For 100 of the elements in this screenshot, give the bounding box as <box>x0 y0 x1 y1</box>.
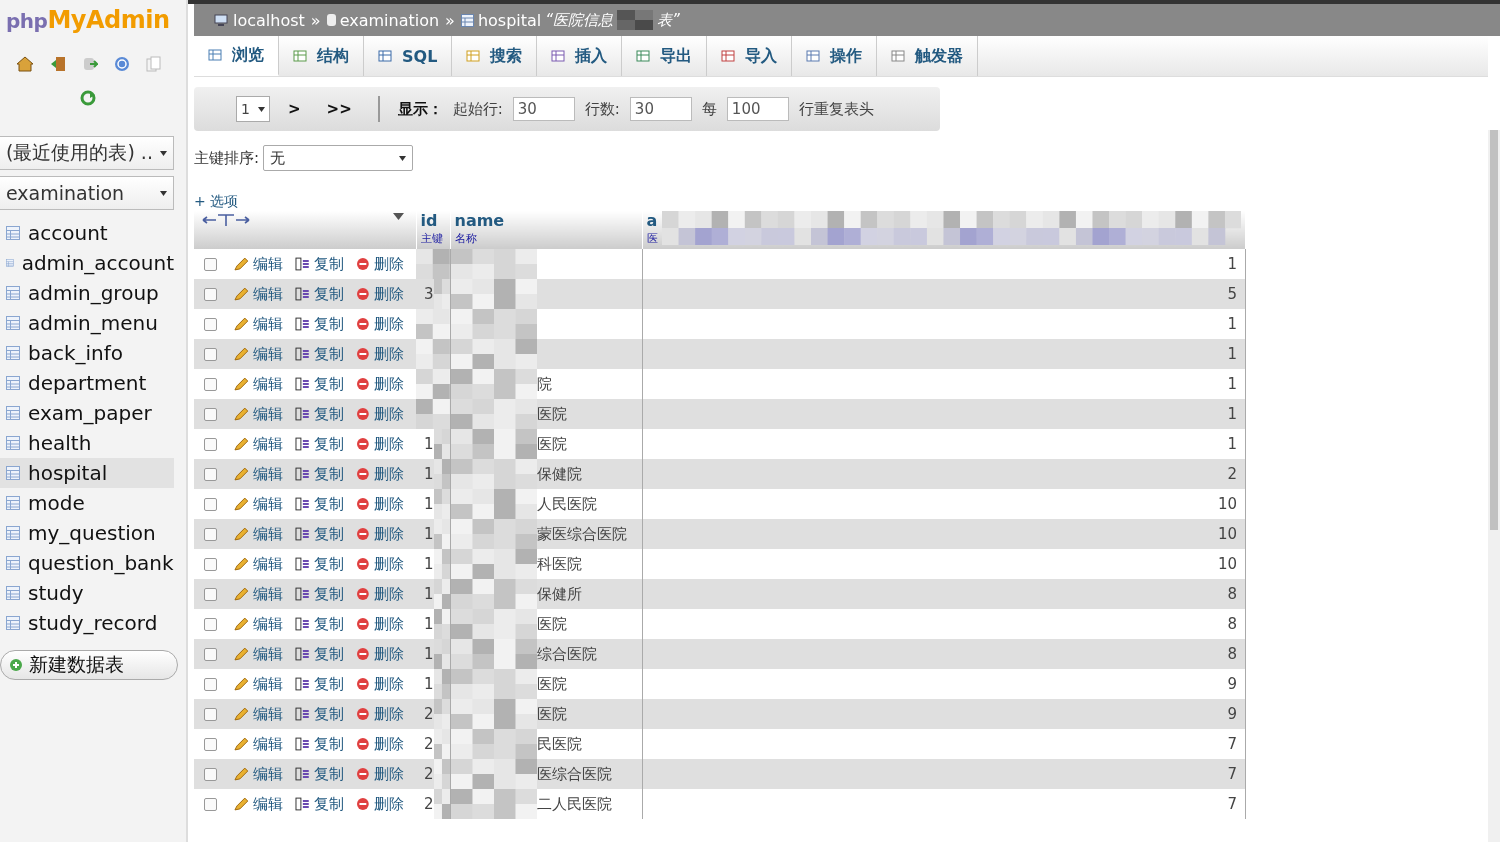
edit-link[interactable]: 编辑 <box>252 344 283 364</box>
row-checkbox[interactable] <box>204 467 217 481</box>
tab[interactable]: 导出 <box>622 36 708 76</box>
last-page-button[interactable]: >> <box>318 100 360 118</box>
tab[interactable]: 操作 <box>792 36 878 76</box>
edit-link[interactable]: 编辑 <box>252 554 283 574</box>
table-list-item[interactable]: mode <box>0 488 174 518</box>
row-checkbox[interactable] <box>204 497 217 511</box>
row-checkbox[interactable] <box>204 257 217 271</box>
options-link[interactable]: + 选项 <box>194 193 239 209</box>
tab[interactable]: 插入 <box>537 36 623 76</box>
row-checkbox[interactable] <box>204 707 217 721</box>
copy-link[interactable]: 复制 <box>314 464 345 484</box>
delete-link[interactable]: 删除 <box>374 524 404 544</box>
edit-link[interactable]: 编辑 <box>252 674 283 694</box>
delete-link[interactable]: 删除 <box>374 494 404 514</box>
delete-link[interactable]: 删除 <box>374 734 404 754</box>
edit-link[interactable]: 编辑 <box>252 614 283 634</box>
edit-link[interactable]: 编辑 <box>252 704 283 724</box>
edit-link[interactable]: 编辑 <box>252 734 283 754</box>
next-page-button[interactable]: > <box>280 100 309 118</box>
edit-link[interactable]: 编辑 <box>252 494 283 514</box>
tab[interactable]: 结构 <box>279 36 364 76</box>
column-name[interactable]: id <box>420 211 443 231</box>
copy-link[interactable]: 复制 <box>314 314 345 334</box>
copy-link[interactable]: 复制 <box>314 524 345 544</box>
delete-link[interactable]: 删除 <box>374 344 404 364</box>
row-checkbox[interactable] <box>204 737 217 751</box>
copy-link[interactable]: 复制 <box>314 704 345 724</box>
database-select[interactable]: examination <box>0 176 174 210</box>
tab[interactable]: 导入 <box>707 36 793 76</box>
delete-link[interactable]: 删除 <box>374 704 404 724</box>
tab[interactable]: 触发器 <box>877 36 979 76</box>
edit-link[interactable]: 编辑 <box>252 434 283 454</box>
column-resize-icon[interactable] <box>202 213 250 227</box>
reload-icon[interactable] <box>80 90 96 106</box>
table-list-item[interactable]: question_bank <box>0 548 174 578</box>
database-link[interactable]: examination <box>339 10 440 30</box>
copy-link[interactable]: 复制 <box>314 614 345 634</box>
tab[interactable]: SQL <box>364 36 453 76</box>
copy-link[interactable]: 复制 <box>314 284 345 304</box>
column-name[interactable]: a <box>646 211 658 231</box>
column-name[interactable]: name <box>454 211 505 231</box>
help-icon[interactable] <box>114 56 130 72</box>
start-row-field[interactable]: 30 <box>512 97 575 121</box>
row-checkbox[interactable] <box>204 617 217 631</box>
table-list-item[interactable]: department <box>0 368 174 398</box>
row-checkbox[interactable] <box>204 377 217 391</box>
table-list-item[interactable]: admin_menu <box>0 308 174 338</box>
delete-link[interactable]: 删除 <box>374 314 404 334</box>
column-header[interactable]: a 医 <box>642 211 1246 249</box>
column-header[interactable]: name 名称 <box>450 211 642 249</box>
row-checkbox[interactable] <box>204 767 217 781</box>
delete-link[interactable]: 删除 <box>374 464 404 484</box>
table-list-item[interactable]: back_info <box>0 338 174 368</box>
table-list-item[interactable]: my_question <box>0 518 174 548</box>
table-list-item[interactable]: admin_account <box>0 248 174 278</box>
delete-link[interactable]: 删除 <box>374 614 404 634</box>
edit-link[interactable]: 编辑 <box>252 584 283 604</box>
edit-link[interactable]: 编辑 <box>252 404 283 424</box>
table-list-item[interactable]: health <box>0 428 174 458</box>
sort-select[interactable]: 无 <box>263 145 414 171</box>
new-table-button[interactable]: 新建数据表 <box>0 650 178 680</box>
row-checkbox[interactable] <box>204 647 217 661</box>
table-list-item[interactable]: account <box>0 218 174 248</box>
edit-link[interactable]: 编辑 <box>252 524 283 544</box>
database-arrow-icon[interactable] <box>82 56 98 72</box>
row-checkbox[interactable] <box>204 587 217 601</box>
row-checkbox[interactable] <box>204 797 217 811</box>
edit-link[interactable]: 编辑 <box>252 284 283 304</box>
row-checkbox[interactable] <box>204 287 217 301</box>
edit-link[interactable]: 编辑 <box>252 644 283 664</box>
edit-link[interactable]: 编辑 <box>252 764 283 784</box>
delete-link[interactable]: 删除 <box>374 434 404 454</box>
copy-link[interactable]: 复制 <box>314 434 345 454</box>
copy-link[interactable]: 复制 <box>314 794 345 814</box>
tab[interactable]: 浏览 <box>194 36 279 76</box>
row-count-field[interactable]: 30 <box>629 97 692 121</box>
row-checkbox[interactable] <box>204 437 217 451</box>
edit-link[interactable]: 编辑 <box>252 794 283 814</box>
row-checkbox[interactable] <box>204 317 217 331</box>
copy-link[interactable]: 复制 <box>314 494 345 514</box>
delete-link[interactable]: 删除 <box>374 254 404 274</box>
row-checkbox[interactable] <box>204 527 217 541</box>
copy-link[interactable]: 复制 <box>314 254 345 274</box>
logo[interactable]: phpMyAdmin <box>0 6 186 34</box>
edit-link[interactable]: 编辑 <box>252 254 283 274</box>
column-header[interactable]: id 主键 <box>416 211 450 249</box>
dropdown-triangle-icon[interactable] <box>392 213 404 220</box>
copy-link[interactable]: 复制 <box>314 764 345 784</box>
recent-tables-select[interactable]: (最近使用的表) .. <box>0 136 174 170</box>
delete-link[interactable]: 删除 <box>374 284 404 304</box>
table-list-item[interactable]: admin_group <box>0 278 174 308</box>
copy-link[interactable]: 复制 <box>314 374 345 394</box>
copy-link[interactable]: 复制 <box>314 404 345 424</box>
page-select[interactable]: 1 <box>236 96 270 122</box>
row-checkbox[interactable] <box>204 407 217 421</box>
copy-link[interactable]: 复制 <box>314 674 345 694</box>
edit-link[interactable]: 编辑 <box>252 314 283 334</box>
copy-link[interactable]: 复制 <box>314 734 345 754</box>
